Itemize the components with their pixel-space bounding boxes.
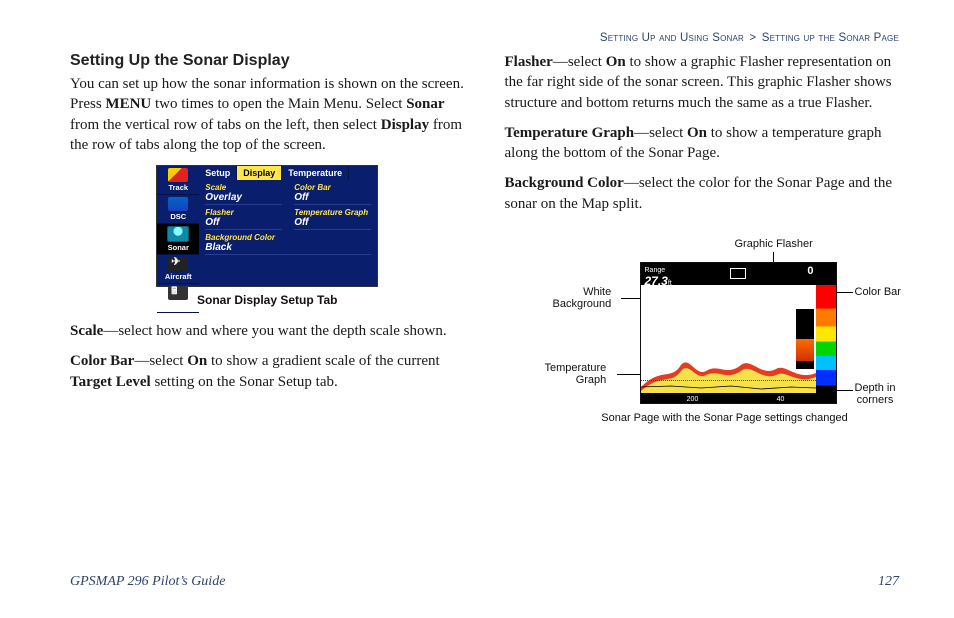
sonar-icon [167, 226, 189, 242]
right-column: Flasher—select On to show a graphic Flas… [505, 52, 900, 442]
breadcrumb-sep: > [747, 32, 758, 44]
display-word: Display [381, 117, 429, 133]
breadcrumb-right: Setting up the Sonar Page [762, 32, 899, 44]
bgcolor-term: Background Color [505, 175, 624, 191]
tempgraph-on: On [687, 125, 707, 141]
callout-color-bar: Color Bar [855, 286, 901, 298]
figure1-caption: Sonar Display Setup Tab [70, 293, 465, 307]
side-tab-sonar: Sonar [157, 224, 199, 255]
colorbar-term: Color Bar [70, 353, 134, 369]
field-colorbar-value: Off [294, 192, 371, 205]
side-tab-aircraft: Aircraft [157, 255, 199, 284]
section-heading: Setting Up the Sonar Display [70, 52, 465, 70]
side-tab-dsc: DSC [157, 195, 199, 224]
colorbar-paragraph: Color Bar—select On to show a gradient s… [70, 351, 465, 392]
field-scale-label: Scale [205, 183, 282, 192]
scale-term: Scale [70, 323, 103, 339]
color-bar-icon [816, 285, 836, 403]
track-icon [168, 168, 188, 182]
breadcrumb: Setting Up and Using Sonar > Setting up … [600, 32, 899, 44]
bgcolor-paragraph: Background Color—select the color for th… [505, 173, 900, 214]
figure-sonar-page: Graphic Flasher White Background Tempera… [505, 242, 900, 442]
field-scale-value: Overlay [205, 192, 282, 205]
colorbar-on: On [187, 353, 207, 369]
callout-temp-graph: Temperature Graph [545, 362, 607, 386]
sonar-screenshot: Range 27.3ft 0 [640, 262, 837, 404]
field-tempgraph-value: Off [294, 217, 371, 230]
flasher-paragraph: Flasher—select On to show a graphic Flas… [505, 52, 900, 113]
aircraft-icon [168, 257, 188, 271]
top-tab-setup: Setup [199, 166, 237, 180]
e6b-icon [168, 286, 188, 300]
figure2-caption: Sonar Page with the Sonar Page settings … [585, 412, 865, 424]
left-column: Setting Up the Sonar Display You can set… [70, 52, 465, 442]
field-tempgraph-label: Temperature Graph [294, 208, 371, 217]
figure-setup-tab: Track DSC Sonar Aircraft E6B Setup Displ… [70, 165, 465, 307]
range-box [730, 268, 746, 279]
top-tab-display: Display [237, 166, 282, 180]
field-bgcolor-value: Black [205, 242, 371, 255]
flasher-on: On [606, 54, 626, 70]
menu-key: MENU [105, 96, 151, 112]
depth-zero: 0 [807, 265, 813, 277]
top-tab-temperature: Temperature [282, 166, 349, 180]
footer-page-number: 127 [878, 574, 899, 590]
sonar-word: Sonar [406, 96, 444, 112]
callout-white-bg: White Background [553, 286, 612, 310]
tempgraph-paragraph: Temperature Graph—select On to show a te… [505, 123, 900, 164]
callout-depth-corners: Depth in corners [855, 382, 896, 406]
tempgraph-term: Temperature Graph [505, 125, 635, 141]
field-flasher-value: Off [205, 217, 282, 230]
side-tab-e6b: E6B [157, 284, 199, 313]
flasher-term: Flasher [505, 54, 553, 70]
field-bgcolor-label: Background Color [205, 233, 371, 242]
field-colorbar-label: Color Bar [294, 183, 371, 192]
field-flasher-label: Flasher [205, 208, 282, 217]
scale-paragraph: Scale—select how and where you want the … [70, 321, 465, 341]
side-tab-track: Track [157, 166, 199, 195]
breadcrumb-left: Setting Up and Using Sonar [600, 32, 744, 44]
sonar-ruler: 200 40 [641, 393, 816, 403]
footer-guide: GPSMAP 296 Pilot’s Guide [70, 574, 225, 590]
intro-paragraph: You can set up how the sonar information… [70, 74, 465, 155]
dsc-icon [168, 197, 188, 211]
callout-graphic-flasher: Graphic Flasher [735, 238, 813, 250]
temperature-graph [641, 380, 816, 393]
target-level-term: Target Level [70, 374, 151, 390]
